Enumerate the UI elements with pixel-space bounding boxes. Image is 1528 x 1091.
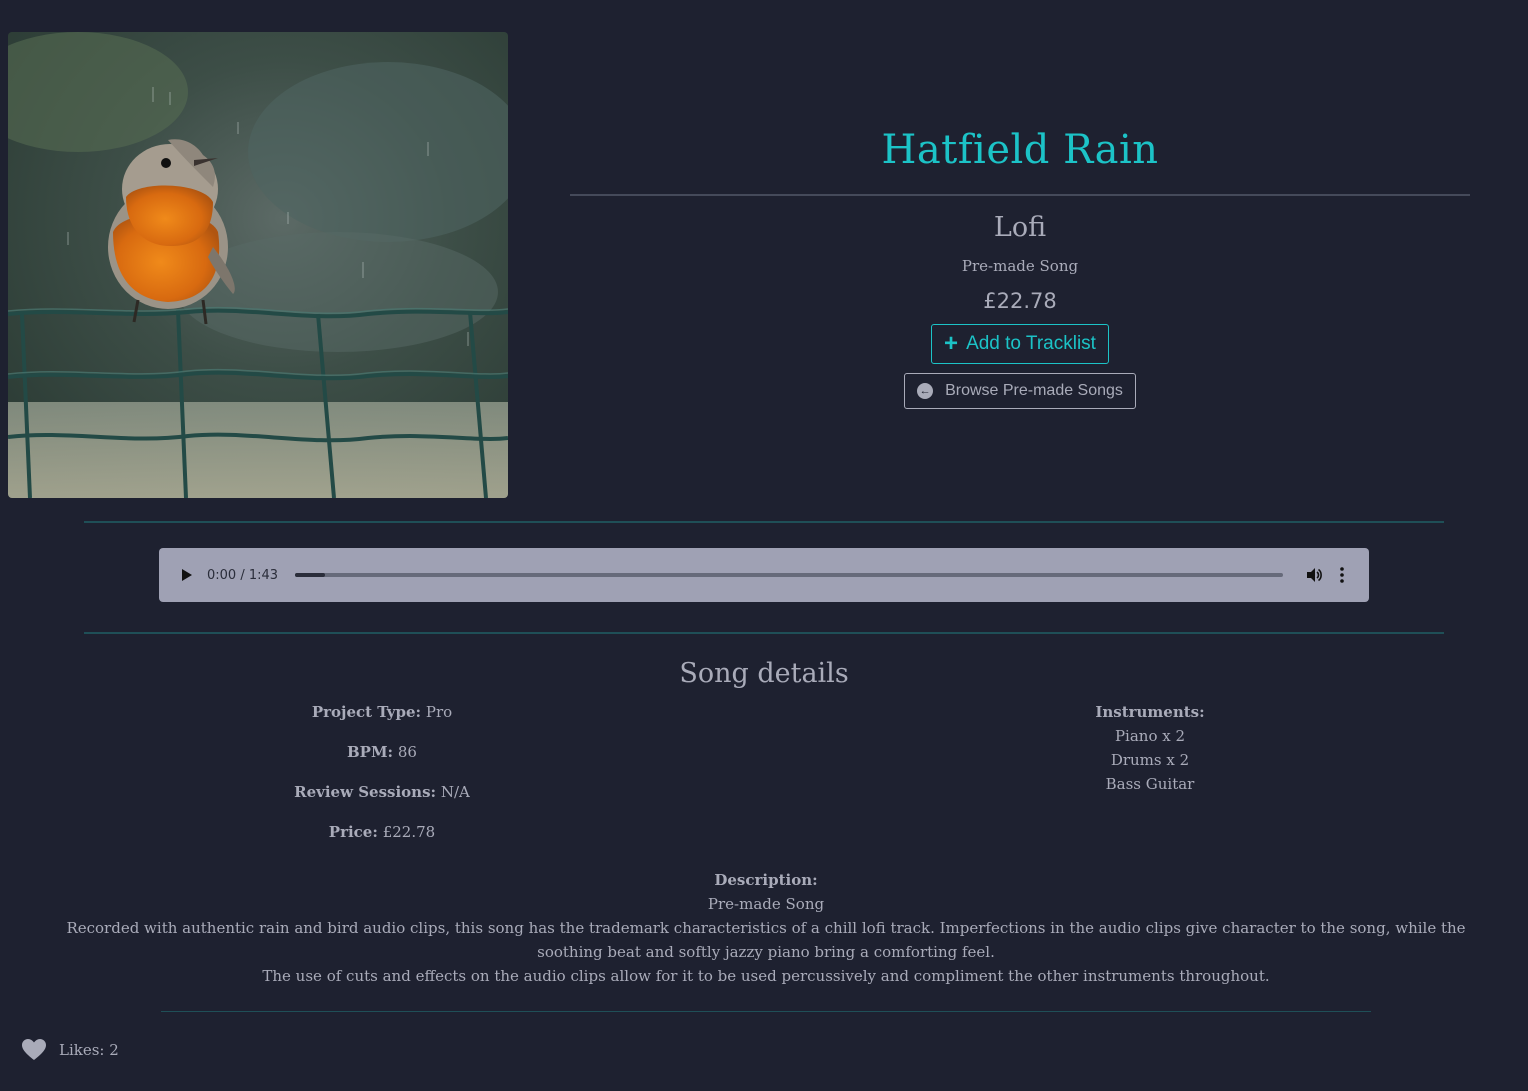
playback-progress-bar[interactable] <box>295 573 1283 577</box>
song-details-heading: Song details <box>679 658 849 689</box>
review-sessions-row: Review Sessions: N/A <box>182 780 582 804</box>
browse-premade-songs-label: Browse Pre-made Songs <box>945 382 1123 399</box>
add-to-tracklist-label: Add to Tracklist <box>966 333 1096 354</box>
bpm-row: BPM: 86 <box>182 740 582 764</box>
play-icon[interactable] <box>181 568 193 582</box>
price-row: Price: £22.78 <box>182 820 582 844</box>
project-type-value: Pro <box>425 703 453 721</box>
song-details-left: Project Type: Pro BPM: 86 Review Session… <box>182 700 582 860</box>
description-line: Recorded with authentic rain and bird au… <box>66 919 1466 961</box>
description: Description: Pre-made Song Recorded with… <box>40 868 1492 988</box>
review-sessions-value: N/A <box>440 783 470 801</box>
title-divider <box>570 194 1470 196</box>
instrument-item: Piano x 2 <box>1114 727 1186 745</box>
volume-icon[interactable] <box>1305 566 1323 584</box>
more-options-icon[interactable] <box>1337 566 1347 584</box>
browse-premade-songs-button[interactable]: ← Browse Pre-made Songs <box>904 373 1136 409</box>
likes-count: Likes: 2 <box>59 1041 119 1059</box>
song-artwork <box>8 32 508 498</box>
song-page: Hatfield Rain Lofi Pre-made Song £22.78 … <box>0 0 1528 1091</box>
product-info: Hatfield Rain Lofi Pre-made Song £22.78 … <box>570 110 1470 409</box>
divider <box>161 1011 1371 1012</box>
description-label: Description: <box>714 871 818 889</box>
description-line: The use of cuts and effects on the audio… <box>262 967 1270 985</box>
song-genre: Lofi <box>993 212 1047 243</box>
likes: Likes: 2 <box>21 1038 119 1062</box>
playback-progress-fill <box>295 573 325 577</box>
audio-player[interactable]: 0:00 / 1:43 <box>159 548 1369 602</box>
song-type: Pre-made Song <box>961 257 1079 275</box>
robin-on-fence-image <box>8 32 508 498</box>
divider <box>84 521 1444 523</box>
plus-icon: + <box>944 330 959 357</box>
description-line: Pre-made Song <box>707 895 825 913</box>
playback-time: 0:00 / 1:43 <box>207 567 279 583</box>
bpm-label: BPM: <box>347 743 394 761</box>
song-price: £22.78 <box>983 289 1057 313</box>
add-to-tracklist-button[interactable]: + Add to Tracklist <box>931 324 1109 364</box>
project-type-label: Project Type: <box>311 703 422 721</box>
instrument-item: Bass Guitar <box>1105 775 1195 793</box>
heart-icon[interactable] <box>21 1038 47 1062</box>
back-arrow-icon: ← <box>917 383 934 399</box>
price-value: £22.78 <box>382 823 436 841</box>
bpm-value: 86 <box>397 743 417 761</box>
song-details-right: Instruments: Piano x 2 Drums x 2 Bass Gu… <box>950 700 1350 796</box>
review-sessions-label: Review Sessions: <box>294 783 437 801</box>
song-title: Hatfield Rain <box>881 127 1159 173</box>
price-label: Price: <box>328 823 378 841</box>
project-type-row: Project Type: Pro <box>182 700 582 724</box>
instruments-label: Instruments: <box>1095 703 1205 721</box>
instrument-item: Drums x 2 <box>1110 751 1190 769</box>
divider <box>84 632 1444 634</box>
